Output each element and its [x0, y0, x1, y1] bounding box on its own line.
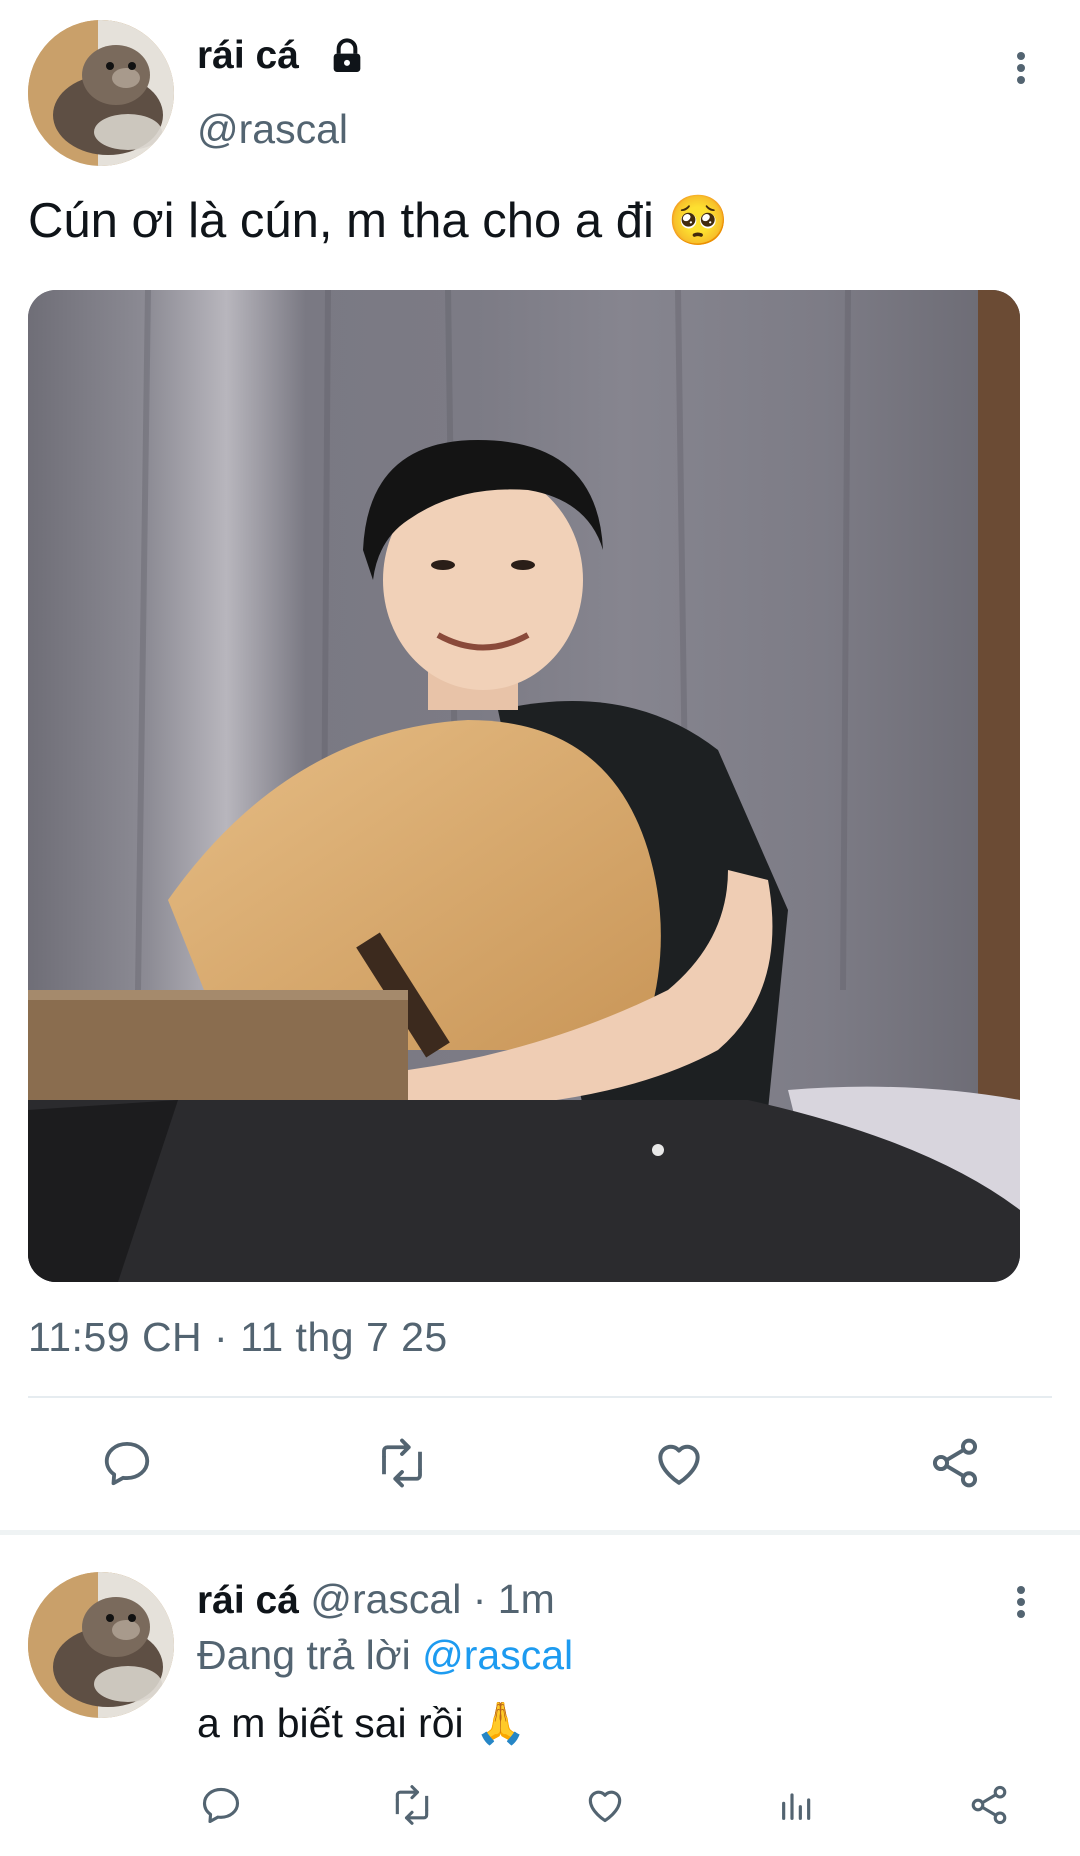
like-icon[interactable]	[650, 1434, 708, 1492]
section-divider	[0, 1530, 1080, 1535]
reply-author-name[interactable]: rái cá	[197, 1579, 299, 1622]
share-icon[interactable]	[926, 1434, 984, 1492]
tweet-timestamp[interactable]: 11:59 CH · 11 thg 7 25	[28, 1314, 448, 1361]
reply-author-handle[interactable]: @rascal	[310, 1576, 461, 1622]
reply-text: a m biết sai rồi 🙏	[197, 1700, 527, 1746]
reply-icon[interactable]	[98, 1434, 156, 1492]
author-name-text[interactable]: rái cá	[197, 34, 299, 77]
replying-to: Đang trả lời @rascal	[197, 1632, 573, 1679]
replying-to-handle[interactable]: @rascal	[422, 1632, 573, 1678]
reply-header: rái cá @rascal · 1m	[197, 1576, 555, 1623]
divider	[28, 1396, 1052, 1398]
retweet-icon[interactable]	[372, 1434, 432, 1492]
reply-more-icon[interactable]	[1010, 1582, 1032, 1622]
tweet-text: Cún ơi là cún, m tha cho a đi 🥺	[28, 194, 729, 248]
author-name[interactable]: rái cá	[197, 34, 299, 78]
reply-like-icon[interactable]	[582, 1782, 628, 1828]
views-icon[interactable]	[774, 1782, 820, 1828]
replying-to-label: Đang trả lời	[197, 1632, 411, 1678]
tweet-photo[interactable]	[28, 290, 1020, 1282]
more-icon[interactable]	[1010, 48, 1032, 88]
reply-time[interactable]: · 1m	[473, 1576, 555, 1622]
reply-avatar[interactable]	[28, 1572, 174, 1718]
reply-share-icon[interactable]	[966, 1782, 1012, 1828]
reply-retweet-icon[interactable]	[388, 1782, 436, 1828]
avatar[interactable]	[28, 20, 174, 166]
author-handle[interactable]: @rascal	[197, 106, 348, 153]
reply-reply-icon[interactable]	[198, 1782, 244, 1828]
lock-icon	[327, 37, 367, 82]
